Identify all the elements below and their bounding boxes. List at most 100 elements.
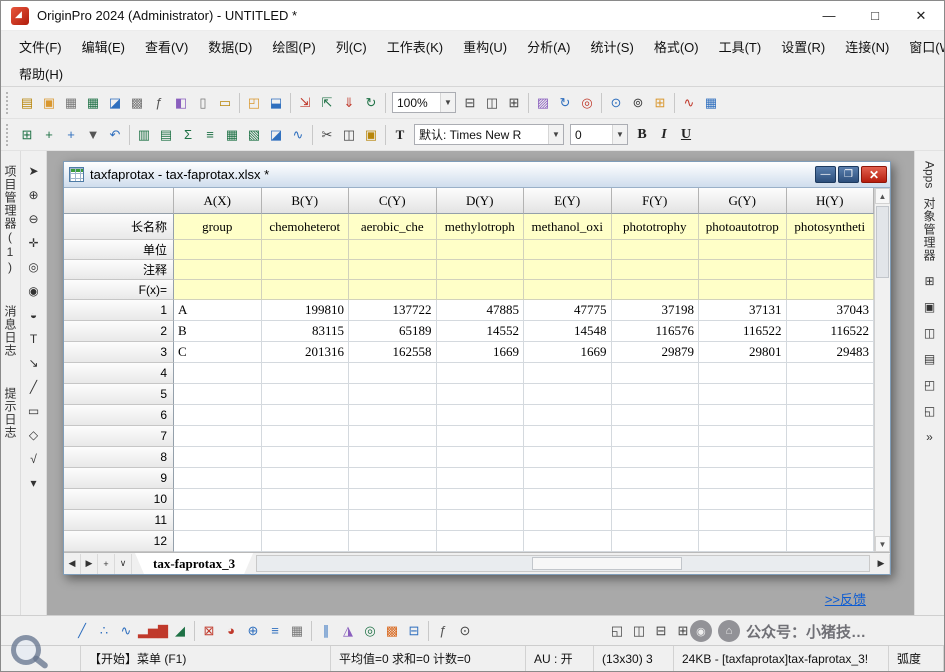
- data-cell[interactable]: [349, 426, 437, 447]
- data-cell[interactable]: 83115: [261, 321, 349, 342]
- data-cell[interactable]: [611, 489, 699, 510]
- new-excel-icon[interactable]: ▦: [82, 92, 104, 114]
- color-manager-icon[interactable]: ▨: [532, 92, 554, 114]
- maximize-button[interactable]: □: [852, 1, 898, 30]
- header-cell[interactable]: chemoheterot: [261, 214, 349, 240]
- font-name-combobox[interactable]: 默认: Times New R ▼: [414, 124, 564, 145]
- add-sheet-icon[interactable]: +: [98, 553, 115, 574]
- data-cell[interactable]: [261, 489, 349, 510]
- scroll-right-icon[interactable]: ▶: [873, 553, 890, 574]
- toolbar-grip[interactable]: [6, 91, 12, 114]
- data-cell[interactable]: [436, 510, 524, 531]
- data-cell[interactable]: [786, 510, 874, 531]
- menu-item[interactable]: 设置(R): [771, 34, 835, 59]
- header-cell[interactable]: [261, 260, 349, 280]
- data-cell[interactable]: [349, 363, 437, 384]
- data-cell[interactable]: [174, 489, 262, 510]
- header-cell[interactable]: [524, 280, 612, 300]
- data-cell[interactable]: [261, 531, 349, 552]
- worksheet-plot-icon[interactable]: ▦: [286, 620, 308, 642]
- data-cell[interactable]: [699, 447, 787, 468]
- row-number[interactable]: 8: [64, 447, 174, 468]
- data-cell[interactable]: [524, 489, 612, 510]
- workbook-minimize-button[interactable]: —: [815, 166, 836, 183]
- data-cell[interactable]: 1669: [436, 342, 524, 363]
- header-cell[interactable]: group: [174, 214, 262, 240]
- search-apps-icon[interactable]: ⊚: [627, 92, 649, 114]
- data-cell[interactable]: [786, 426, 874, 447]
- column-header[interactable]: C(Y): [349, 188, 437, 214]
- data-cell[interactable]: [349, 531, 437, 552]
- data-cell[interactable]: 37043: [786, 300, 874, 321]
- menu-item[interactable]: 数据(D): [198, 34, 262, 59]
- data-cell[interactable]: [436, 426, 524, 447]
- header-cell[interactable]: [436, 260, 524, 280]
- data-cell[interactable]: [786, 447, 874, 468]
- data-cell[interactable]: [261, 405, 349, 426]
- data-cell[interactable]: [786, 531, 874, 552]
- column-header[interactable]: F(Y): [611, 188, 699, 214]
- recalculate-icon[interactable]: ↻: [360, 92, 382, 114]
- header-cell[interactable]: [436, 240, 524, 260]
- print-icon[interactable]: ⊟: [459, 92, 481, 114]
- data-cell[interactable]: [611, 405, 699, 426]
- dock-panel-icon[interactable]: ◱: [920, 401, 940, 421]
- add-columns-icon[interactable]: +: [38, 124, 60, 146]
- zoom-dropdown-icon[interactable]: ▼: [440, 93, 455, 112]
- menu-item[interactable]: 查看(V): [135, 34, 198, 59]
- worksheet-navigator-icon[interactable]: ▤: [920, 349, 940, 369]
- scroll-down-icon[interactable]: ▼: [875, 536, 890, 552]
- header-cell[interactable]: [349, 260, 437, 280]
- underline-button[interactable]: U: [675, 124, 697, 146]
- data-cell[interactable]: [524, 363, 612, 384]
- column-header[interactable]: B(Y): [261, 188, 349, 214]
- import-wizard-icon[interactable]: ⇲: [294, 92, 316, 114]
- project-manager-tab[interactable]: 项目管理器(1): [2, 165, 19, 275]
- import-excel-icon[interactable]: ⇱: [316, 92, 338, 114]
- data-cell[interactable]: 29879: [611, 342, 699, 363]
- snap-center-icon[interactable]: ◎: [576, 92, 598, 114]
- cascade-windows-icon[interactable]: ◫: [628, 620, 650, 642]
- header-cell[interactable]: photoautotrop: [699, 214, 787, 240]
- data-cell[interactable]: A: [174, 300, 262, 321]
- multi-y-plot-icon[interactable]: ∥: [315, 620, 337, 642]
- header-cell[interactable]: aerobic_che: [349, 214, 437, 240]
- import-ascii-icon[interactable]: ⇓: [338, 92, 360, 114]
- equation-tool-icon[interactable]: √: [24, 449, 44, 469]
- data-cell[interactable]: [174, 468, 262, 489]
- data-cell[interactable]: [436, 363, 524, 384]
- new-matrix-icon[interactable]: ▩: [126, 92, 148, 114]
- data-cell[interactable]: [786, 489, 874, 510]
- fitting-gallery-icon[interactable]: ∿: [678, 92, 700, 114]
- data-cell[interactable]: [436, 489, 524, 510]
- data-cell[interactable]: 162558: [349, 342, 437, 363]
- collapse-panel-icon[interactable]: »: [920, 427, 940, 447]
- data-cell[interactable]: 116522: [786, 321, 874, 342]
- tile-horizontal-icon[interactable]: ⊟: [650, 620, 672, 642]
- workbook-close-button[interactable]: ✕: [861, 166, 887, 183]
- data-cell[interactable]: 14552: [436, 321, 524, 342]
- graph-browser-icon[interactable]: ◫: [920, 323, 940, 343]
- new-graph-window-icon[interactable]: ◱: [606, 620, 628, 642]
- header-cell[interactable]: [611, 280, 699, 300]
- workbook-title-bar[interactable]: taxfaprotax - tax-faprotax.xlsx * — ❐ ✕: [64, 162, 890, 188]
- header-cell[interactable]: [174, 260, 262, 280]
- header-cell[interactable]: methanol_oxi: [524, 214, 612, 240]
- data-cell[interactable]: [699, 510, 787, 531]
- new-graph-icon[interactable]: ◪: [104, 92, 126, 114]
- save-project-icon[interactable]: ⬓: [265, 92, 287, 114]
- data-cell[interactable]: [786, 363, 874, 384]
- scatter-plot-icon[interactable]: ∴: [93, 620, 115, 642]
- header-cell[interactable]: [699, 260, 787, 280]
- data-cell[interactable]: [436, 531, 524, 552]
- minimize-button[interactable]: —: [806, 1, 852, 30]
- data-cell[interactable]: 199810: [261, 300, 349, 321]
- sheet-tab[interactable]: tax-faprotax_3: [135, 553, 253, 574]
- merge-cells-icon[interactable]: ▥: [133, 124, 155, 146]
- header-cell[interactable]: [786, 260, 874, 280]
- arrow-tool-icon[interactable]: ↘: [24, 353, 44, 373]
- data-cell[interactable]: [524, 426, 612, 447]
- horizontal-scrollbar[interactable]: [256, 555, 870, 572]
- toolbar-grip-2[interactable]: [6, 123, 12, 146]
- scroll-up-icon[interactable]: ▲: [875, 188, 890, 204]
